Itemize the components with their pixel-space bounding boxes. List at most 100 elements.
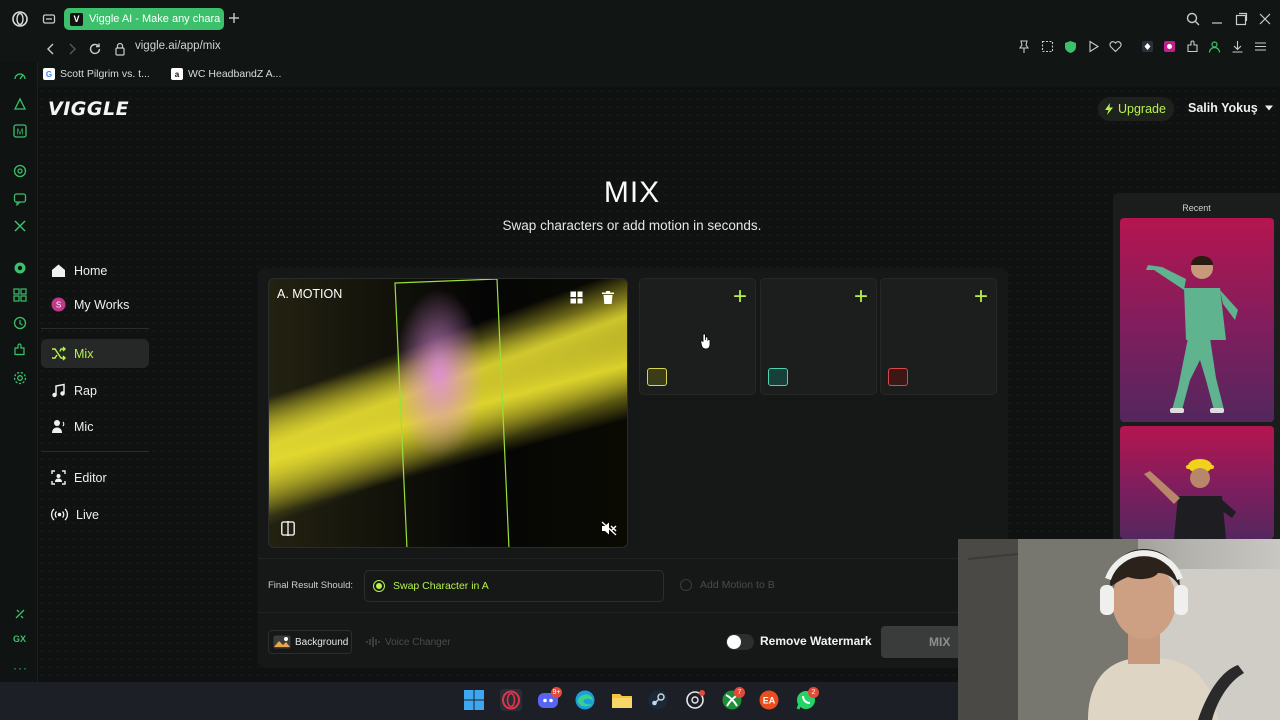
profile-icon[interactable]: [1208, 40, 1222, 54]
final-result-label: Final Result Should:: [268, 580, 354, 591]
extension-pink-icon[interactable]: [1163, 40, 1177, 54]
background-label: Background: [295, 636, 349, 648]
user-menu[interactable]: Salih Yokuş: [1188, 101, 1274, 115]
steam-icon[interactable]: [647, 689, 669, 711]
voice-changer-button[interactable]: Voice Changer: [366, 636, 451, 648]
history-icon[interactable]: [13, 316, 27, 330]
character-slot-1[interactable]: +: [639, 278, 756, 395]
nav-live[interactable]: Live: [41, 500, 149, 529]
character-slot-3[interactable]: +: [880, 278, 997, 395]
live-broadcast-icon: [51, 507, 68, 522]
nav-my-works[interactable]: S My Works: [41, 290, 149, 319]
easy-setup-icon[interactable]: [1254, 40, 1268, 54]
nav-home-label: Home: [74, 263, 108, 278]
extensions-side-icon[interactable]: [13, 343, 27, 357]
extensions-icon[interactable]: [1186, 40, 1200, 54]
background-button[interactable]: Background: [268, 630, 352, 654]
add-motion-option[interactable]: Add Motion to B: [680, 579, 775, 591]
aria-icon[interactable]: [13, 261, 27, 275]
nav-mic-label: Mic: [74, 419, 94, 434]
maximize-icon[interactable]: [1234, 12, 1248, 26]
character-thumb-icon: [888, 368, 908, 386]
opera-gx-taskbar-icon[interactable]: [500, 689, 522, 711]
browser-tab[interactable]: V Viggle AI - Make any chara: [64, 8, 224, 30]
add-character-icon[interactable]: +: [974, 285, 988, 309]
whatsapp-badge: 2: [808, 687, 819, 698]
upgrade-label: Upgrade: [1118, 102, 1166, 116]
bookmark-1[interactable]: G Scott Pilgrim vs. t...: [43, 68, 150, 80]
ea-app-icon[interactable]: EA: [758, 689, 780, 711]
viggle-favicon: V: [70, 12, 83, 26]
bookmark-2[interactable]: a WC HeadbandZ A...: [171, 68, 281, 80]
bookmark-label: WC HeadbandZ A...: [188, 68, 282, 80]
recent-video-1[interactable]: [1120, 218, 1274, 422]
add-character-icon[interactable]: +: [733, 285, 747, 309]
recent-video-2[interactable]: [1120, 426, 1274, 539]
motion-crop-frame[interactable]: [269, 279, 628, 548]
shield-icon[interactable]: [1064, 40, 1078, 54]
editor-icon: [51, 470, 66, 485]
motion-video-card[interactable]: A. MOTION: [268, 278, 628, 548]
forward-icon[interactable]: [65, 42, 79, 56]
swap-character-option[interactable]: Swap Character in A: [364, 570, 664, 602]
file-explorer-icon[interactable]: [611, 689, 633, 711]
viggle-logo[interactable]: VIGGLE: [48, 98, 129, 120]
opera-logo-icon[interactable]: [12, 11, 28, 27]
chatgpt-taskbar-icon[interactable]: [684, 689, 706, 711]
nav-editor[interactable]: Editor: [41, 463, 149, 492]
nav-live-label: Live: [76, 507, 99, 522]
gx-tools-icon[interactable]: [13, 607, 27, 621]
close-icon[interactable]: [1258, 12, 1272, 26]
edge-icon[interactable]: [574, 689, 596, 711]
browser-tab-bar: V Viggle AI - Make any chara: [0, 0, 1280, 37]
apps-grid-icon[interactable]: [13, 288, 27, 302]
messenger-icon[interactable]: M: [13, 124, 27, 138]
speed-dial-icon[interactable]: [13, 69, 27, 83]
add-character-icon[interactable]: +: [854, 285, 868, 309]
url-field[interactable]: viggle.ai/app/mix: [135, 40, 221, 52]
tab-manager-icon[interactable]: [42, 12, 56, 26]
music-note-icon: [51, 383, 66, 398]
section-divider: [258, 612, 1008, 613]
character-slot-2[interactable]: +: [760, 278, 877, 395]
pin-icon[interactable]: [1018, 40, 1032, 54]
xbox-badge: 7: [734, 687, 745, 698]
trash-icon[interactable]: [602, 291, 614, 304]
lock-icon[interactable]: [114, 42, 128, 56]
webcam-person-image: [958, 539, 1280, 720]
settings-gear-icon[interactable]: [13, 371, 27, 385]
download-icon[interactable]: [1231, 40, 1245, 54]
new-tab-icon[interactable]: [228, 12, 242, 26]
search-icon[interactable]: [1186, 12, 1200, 26]
nav-my-works-label: My Works: [74, 297, 130, 312]
character-thumb-icon: [647, 368, 667, 386]
home-icon: [51, 263, 66, 278]
webcam-overlay: [958, 539, 1280, 720]
nav-home[interactable]: Home: [41, 256, 149, 285]
radio-selected-icon: [373, 580, 385, 592]
extension-dark-icon[interactable]: [1141, 40, 1155, 54]
caret-down-icon: [1264, 104, 1274, 112]
snapshot-icon[interactable]: [1041, 40, 1055, 54]
nav-rap-label: Rap: [74, 383, 97, 398]
person-mic-icon: [51, 419, 66, 434]
more-icon[interactable]: ···: [13, 661, 27, 675]
minimize-icon[interactable]: [1210, 12, 1224, 26]
muted-speaker-icon[interactable]: [601, 521, 617, 536]
heart-icon[interactable]: [1109, 40, 1123, 54]
workspace-icon[interactable]: [13, 97, 27, 111]
svg-text:S: S: [56, 301, 61, 310]
compare-split-icon[interactable]: [281, 521, 295, 536]
user-name: Salih Yokuş: [1188, 101, 1258, 115]
play-icon[interactable]: [1087, 40, 1101, 54]
nav-mic[interactable]: Mic: [41, 412, 149, 441]
back-icon[interactable]: [44, 42, 58, 56]
upgrade-button[interactable]: Upgrade: [1098, 97, 1174, 121]
windows-start-icon[interactable]: [463, 689, 485, 711]
nav-rap[interactable]: Rap: [41, 376, 149, 405]
reload-icon[interactable]: [88, 42, 102, 56]
gx-icon[interactable]: GX: [13, 634, 27, 648]
nav-mix[interactable]: Mix: [41, 339, 149, 368]
layout-grid-icon[interactable]: [570, 291, 583, 304]
remove-watermark-toggle[interactable]: [726, 634, 754, 650]
